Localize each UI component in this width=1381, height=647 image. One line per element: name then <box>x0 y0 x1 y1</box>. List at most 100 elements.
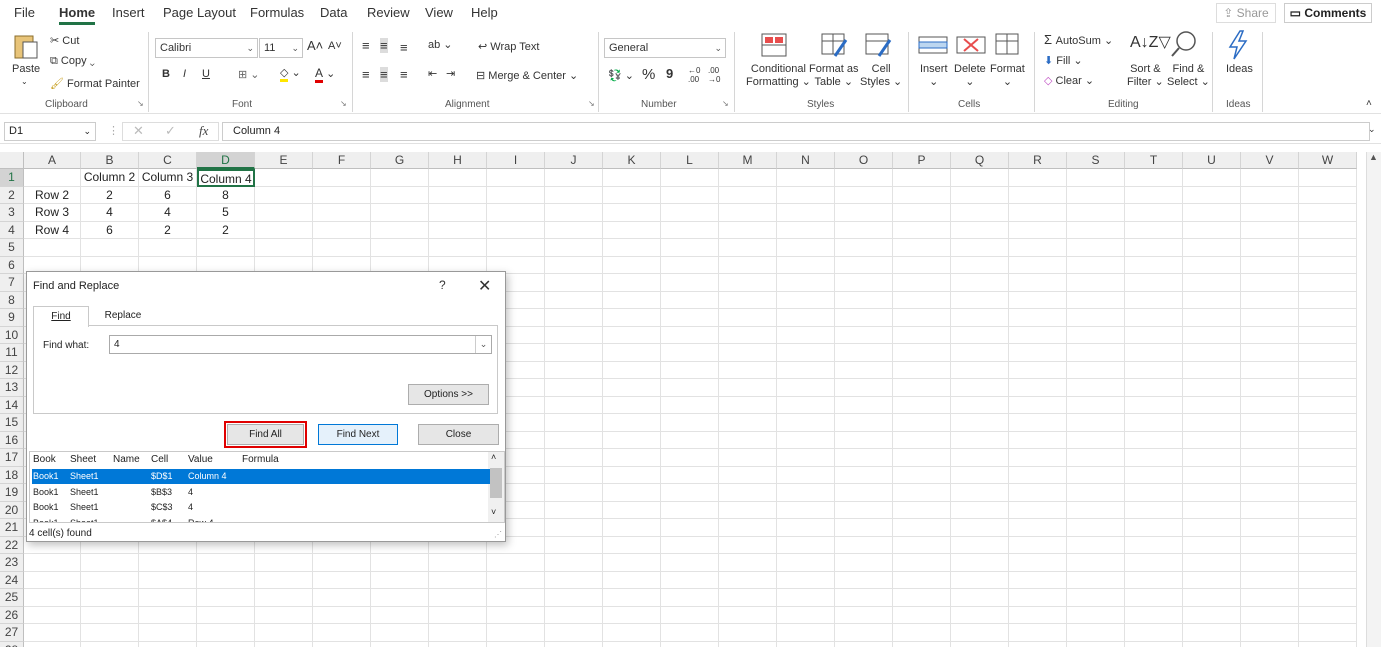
cell-o26[interactable] <box>835 606 893 624</box>
cell-k17[interactable] <box>603 449 661 467</box>
cell-u24[interactable] <box>1183 571 1241 589</box>
cell-p18[interactable] <box>893 466 951 484</box>
cell-r18[interactable] <box>1009 466 1067 484</box>
cell-k1[interactable] <box>603 169 661 187</box>
cell-m4[interactable] <box>719 221 777 239</box>
cell-l24[interactable] <box>661 571 719 589</box>
cell-g27[interactable] <box>371 624 429 642</box>
tab-insert[interactable]: Insert <box>112 5 145 20</box>
cell-s27[interactable] <box>1067 624 1125 642</box>
find-next-button[interactable]: Find Next <box>318 424 398 445</box>
results-header-name[interactable]: Name <box>113 454 140 465</box>
cell-n5[interactable] <box>777 239 835 257</box>
cell-t24[interactable] <box>1125 571 1183 589</box>
row-header-4[interactable]: 4 <box>0 221 24 239</box>
cancel-icon[interactable]: ✕ <box>133 123 144 139</box>
cell-r13[interactable] <box>1009 379 1067 397</box>
cell-h24[interactable] <box>429 571 487 589</box>
cell-q16[interactable] <box>951 431 1009 449</box>
column-header-n[interactable]: N <box>777 152 835 169</box>
cell-s2[interactable] <box>1067 186 1125 204</box>
cell-s16[interactable] <box>1067 431 1125 449</box>
cell-j17[interactable] <box>545 449 603 467</box>
cell-v22[interactable] <box>1241 536 1299 554</box>
cell-w17[interactable] <box>1299 449 1357 467</box>
scroll-up-icon[interactable]: ˄ <box>491 452 496 462</box>
cell-t23[interactable] <box>1125 554 1183 572</box>
cell-e26[interactable] <box>255 606 313 624</box>
cell-t22[interactable] <box>1125 536 1183 554</box>
cell-q4[interactable] <box>951 221 1009 239</box>
insert-button[interactable]: Insert ⌄ <box>920 63 948 88</box>
cell-j19[interactable] <box>545 484 603 502</box>
options-button[interactable]: Options >> <box>408 384 489 405</box>
tab-find[interactable]: Find <box>33 306 89 327</box>
cell-m11[interactable] <box>719 344 777 362</box>
cut-button[interactable]: ✂ Cut <box>50 34 79 47</box>
cell-e2[interactable] <box>255 186 313 204</box>
cell-o27[interactable] <box>835 624 893 642</box>
sort-filter-icon[interactable]: A↓Z▽ <box>1130 32 1171 52</box>
cell-k16[interactable] <box>603 431 661 449</box>
paste-button[interactable] <box>10 30 40 63</box>
cell-s9[interactable] <box>1067 309 1125 327</box>
cell-w9[interactable] <box>1299 309 1357 327</box>
cell-q2[interactable] <box>951 186 1009 204</box>
cell-q21[interactable] <box>951 519 1009 537</box>
cell-v11[interactable] <box>1241 344 1299 362</box>
cell-k18[interactable] <box>603 466 661 484</box>
cell-s17[interactable] <box>1067 449 1125 467</box>
cell-s21[interactable] <box>1067 519 1125 537</box>
cell-n28[interactable] <box>777 641 835 647</box>
cell-n9[interactable] <box>777 309 835 327</box>
cell-b28[interactable] <box>81 641 139 647</box>
cell-u14[interactable] <box>1183 396 1241 414</box>
cell-k10[interactable] <box>603 326 661 344</box>
align-top-icon[interactable]: ≡ <box>362 38 370 53</box>
cell-t5[interactable] <box>1125 239 1183 257</box>
cell-c2[interactable]: 6 <box>139 186 197 204</box>
cell-b26[interactable] <box>81 606 139 624</box>
cell-o28[interactable] <box>835 641 893 647</box>
cell-b5[interactable] <box>81 239 139 257</box>
tab-data[interactable]: Data <box>320 5 347 20</box>
comma-button[interactable]: 9 <box>666 66 673 81</box>
name-box[interactable]: D1 ⌄ <box>4 122 96 141</box>
cell-p1[interactable] <box>893 169 951 187</box>
cell-k19[interactable] <box>603 484 661 502</box>
cell-v7[interactable] <box>1241 274 1299 292</box>
cell-t10[interactable] <box>1125 326 1183 344</box>
cell-q13[interactable] <box>951 379 1009 397</box>
chevron-down-icon[interactable]: ⌄ <box>475 336 491 353</box>
cell-j10[interactable] <box>545 326 603 344</box>
cell-p9[interactable] <box>893 309 951 327</box>
cell-q1[interactable] <box>951 169 1009 187</box>
cell-a28[interactable] <box>24 641 81 647</box>
cell-k8[interactable] <box>603 291 661 309</box>
cell-l7[interactable] <box>661 274 719 292</box>
cell-q23[interactable] <box>951 554 1009 572</box>
cell-w27[interactable] <box>1299 624 1357 642</box>
cell-m7[interactable] <box>719 274 777 292</box>
cell-p19[interactable] <box>893 484 951 502</box>
cell-u13[interactable] <box>1183 379 1241 397</box>
cell-m24[interactable] <box>719 571 777 589</box>
cell-u8[interactable] <box>1183 291 1241 309</box>
cell-r12[interactable] <box>1009 361 1067 379</box>
cell-l18[interactable] <box>661 466 719 484</box>
cell-e24[interactable] <box>255 571 313 589</box>
cell-p10[interactable] <box>893 326 951 344</box>
cell-n3[interactable] <box>777 204 835 222</box>
cell-v10[interactable] <box>1241 326 1299 344</box>
cell-q11[interactable] <box>951 344 1009 362</box>
cell-n23[interactable] <box>777 554 835 572</box>
cell-i4[interactable] <box>487 221 545 239</box>
tab-review[interactable]: Review <box>367 5 410 20</box>
cell-l26[interactable] <box>661 606 719 624</box>
cell-w10[interactable] <box>1299 326 1357 344</box>
cell-n13[interactable] <box>777 379 835 397</box>
cell-t11[interactable] <box>1125 344 1183 362</box>
cell-v13[interactable] <box>1241 379 1299 397</box>
cell-p25[interactable] <box>893 589 951 607</box>
row-header-1[interactable]: 1 <box>0 169 24 187</box>
